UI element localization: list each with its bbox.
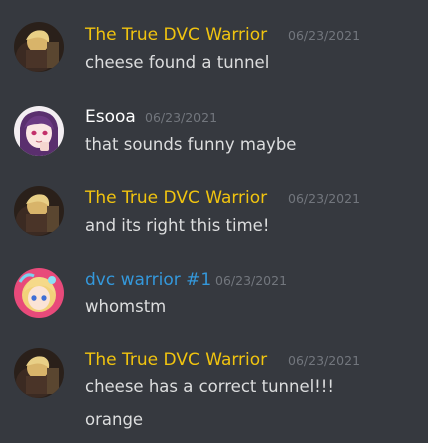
avatar-warrior-icon[interactable] xyxy=(14,348,64,398)
avatar-esooa-icon[interactable] xyxy=(14,106,64,156)
avatar-dvc-icon[interactable] xyxy=(14,268,64,318)
message-timestamp: 06/23/2021 xyxy=(145,110,218,125)
avatar-warrior-icon[interactable] xyxy=(14,22,64,72)
message-timestamp: 06/23/2021 xyxy=(288,191,361,206)
message-text: cheese has a correct tunnel!!! xyxy=(85,377,335,396)
message-text: and its right this time! xyxy=(85,216,270,235)
message-text: cheese found a tunnel xyxy=(85,53,270,72)
message-text: whomstm xyxy=(85,297,167,316)
message-author[interactable]: Esooa xyxy=(85,107,136,127)
message-author[interactable]: The True DVC Warrior xyxy=(85,188,267,208)
message-author[interactable]: The True DVC Warrior xyxy=(85,350,267,370)
message-text: that sounds funny maybe xyxy=(85,135,297,154)
message-timestamp: 06/23/2021 xyxy=(288,28,361,43)
avatar-warrior-icon[interactable] xyxy=(14,186,64,236)
chat-message-list: The True DVC Warrior 06/23/2021 cheese f… xyxy=(0,0,428,443)
message-author[interactable]: dvc warrior #1 xyxy=(85,270,211,290)
message-timestamp: 06/23/2021 xyxy=(215,273,288,288)
message-author[interactable]: The True DVC Warrior xyxy=(85,25,267,45)
message-text: orange xyxy=(85,410,144,429)
message-timestamp: 06/23/2021 xyxy=(288,353,361,368)
